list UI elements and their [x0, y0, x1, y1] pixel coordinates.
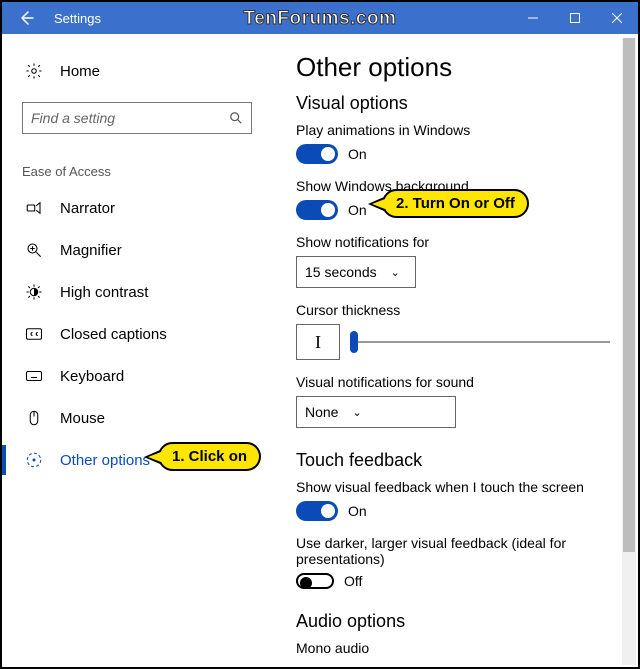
setting-label: Cursor thickness [296, 302, 610, 318]
setting-mono-audio: Mono audio [296, 640, 610, 656]
maximize-button[interactable] [554, 2, 596, 34]
visual-notifications-select[interactable]: None ⌄ [296, 396, 456, 428]
high-contrast-icon [22, 283, 46, 301]
sidebar-item-magnifier[interactable]: Magnifier [2, 229, 272, 271]
main-panel: Other options Visual options Play animat… [272, 34, 638, 667]
setting-touch-visual: Show visual feedback when I touch the sc… [296, 479, 610, 521]
touch-feedback-heading: Touch feedback [296, 450, 610, 471]
page-title: Other options [296, 52, 610, 83]
minimize-button[interactable] [512, 2, 554, 34]
narrator-icon [22, 199, 46, 217]
settings-window: Settings TenForums.com Home Find a sett [0, 0, 640, 669]
magnifier-icon [22, 241, 46, 259]
back-button[interactable] [2, 2, 50, 34]
setting-label: Visual notifications for sound [296, 374, 610, 390]
touch-visual-toggle[interactable] [296, 501, 338, 521]
search-input[interactable]: Find a setting [22, 102, 252, 134]
sidebar-item-narrator[interactable]: Narrator [2, 187, 272, 229]
closed-captions-icon [22, 325, 46, 343]
home-link[interactable]: Home [2, 52, 272, 90]
chevron-down-icon: ⌄ [391, 266, 400, 279]
window-buttons [512, 2, 638, 34]
sidebar-item-high-contrast[interactable]: High contrast [2, 271, 272, 313]
play-animations-toggle[interactable] [296, 144, 338, 164]
select-value: None [305, 404, 338, 420]
callout-step2: 2. Turn On or Off [382, 189, 529, 218]
other-options-icon [22, 451, 46, 469]
mouse-icon [22, 409, 46, 427]
setting-label: Mono audio [296, 640, 610, 656]
setting-notifications-duration: Show notifications for 15 seconds ⌄ [296, 234, 610, 288]
slider-thumb[interactable] [350, 331, 358, 353]
close-button[interactable] [596, 2, 638, 34]
scrollbar-thumb[interactable] [623, 38, 635, 552]
cursor-thickness-slider[interactable] [350, 332, 610, 352]
nav-group-label: Ease of Access [22, 164, 252, 179]
callout-step1: 1. Click on [158, 442, 261, 471]
nav-label: Magnifier [60, 242, 122, 259]
home-label: Home [60, 63, 100, 80]
touch-darker-toggle[interactable] [296, 573, 334, 589]
keyboard-icon [22, 367, 46, 385]
vertical-scrollbar[interactable] [622, 38, 636, 665]
content-area: Home Find a setting Ease of Access Narra… [2, 34, 638, 667]
nav-label: Narrator [60, 200, 115, 217]
nav-label: Mouse [60, 410, 105, 427]
toggle-state: Off [344, 573, 362, 589]
notifications-select[interactable]: 15 seconds ⌄ [296, 256, 416, 288]
search-icon [229, 111, 243, 125]
window-title: Settings [54, 11, 101, 26]
show-background-toggle[interactable] [296, 200, 338, 220]
setting-touch-darker: Use darker, larger visual feedback (idea… [296, 535, 610, 589]
search-placeholder: Find a setting [31, 110, 229, 126]
titlebar: Settings [2, 2, 638, 34]
setting-label: Use darker, larger visual feedback (idea… [296, 535, 610, 567]
chevron-down-icon: ⌄ [352, 406, 361, 419]
nav-label: Other options [60, 452, 150, 469]
slider-track [350, 341, 610, 343]
back-arrow-icon [18, 10, 34, 26]
sidebar-item-keyboard[interactable]: Keyboard [2, 355, 272, 397]
setting-cursor-thickness: Cursor thickness I [296, 302, 610, 360]
nav-label: High contrast [60, 284, 148, 301]
toggle-state: On [348, 503, 367, 519]
setting-visual-notifications: Visual notifications for sound None ⌄ [296, 374, 610, 428]
visual-options-heading: Visual options [296, 93, 610, 114]
nav-list: Narrator Magnifier High contrast [2, 187, 272, 481]
audio-options-heading: Audio options [296, 611, 610, 632]
toggle-state: On [348, 146, 367, 162]
nav-label: Keyboard [60, 368, 124, 385]
setting-label: Show visual feedback when I touch the sc… [296, 479, 610, 495]
gear-icon [22, 62, 46, 80]
select-value: 15 seconds [305, 264, 377, 280]
sidebar-item-mouse[interactable]: Mouse [2, 397, 272, 439]
setting-label: Play animations in Windows [296, 122, 610, 138]
cursor-preview: I [296, 324, 340, 360]
setting-play-animations: Play animations in Windows On [296, 122, 610, 164]
nav-label: Closed captions [60, 326, 167, 343]
sidebar-item-closed-captions[interactable]: Closed captions [2, 313, 272, 355]
setting-label: Show notifications for [296, 234, 610, 250]
sidebar: Home Find a setting Ease of Access Narra… [2, 34, 272, 667]
toggle-state: On [348, 202, 367, 218]
